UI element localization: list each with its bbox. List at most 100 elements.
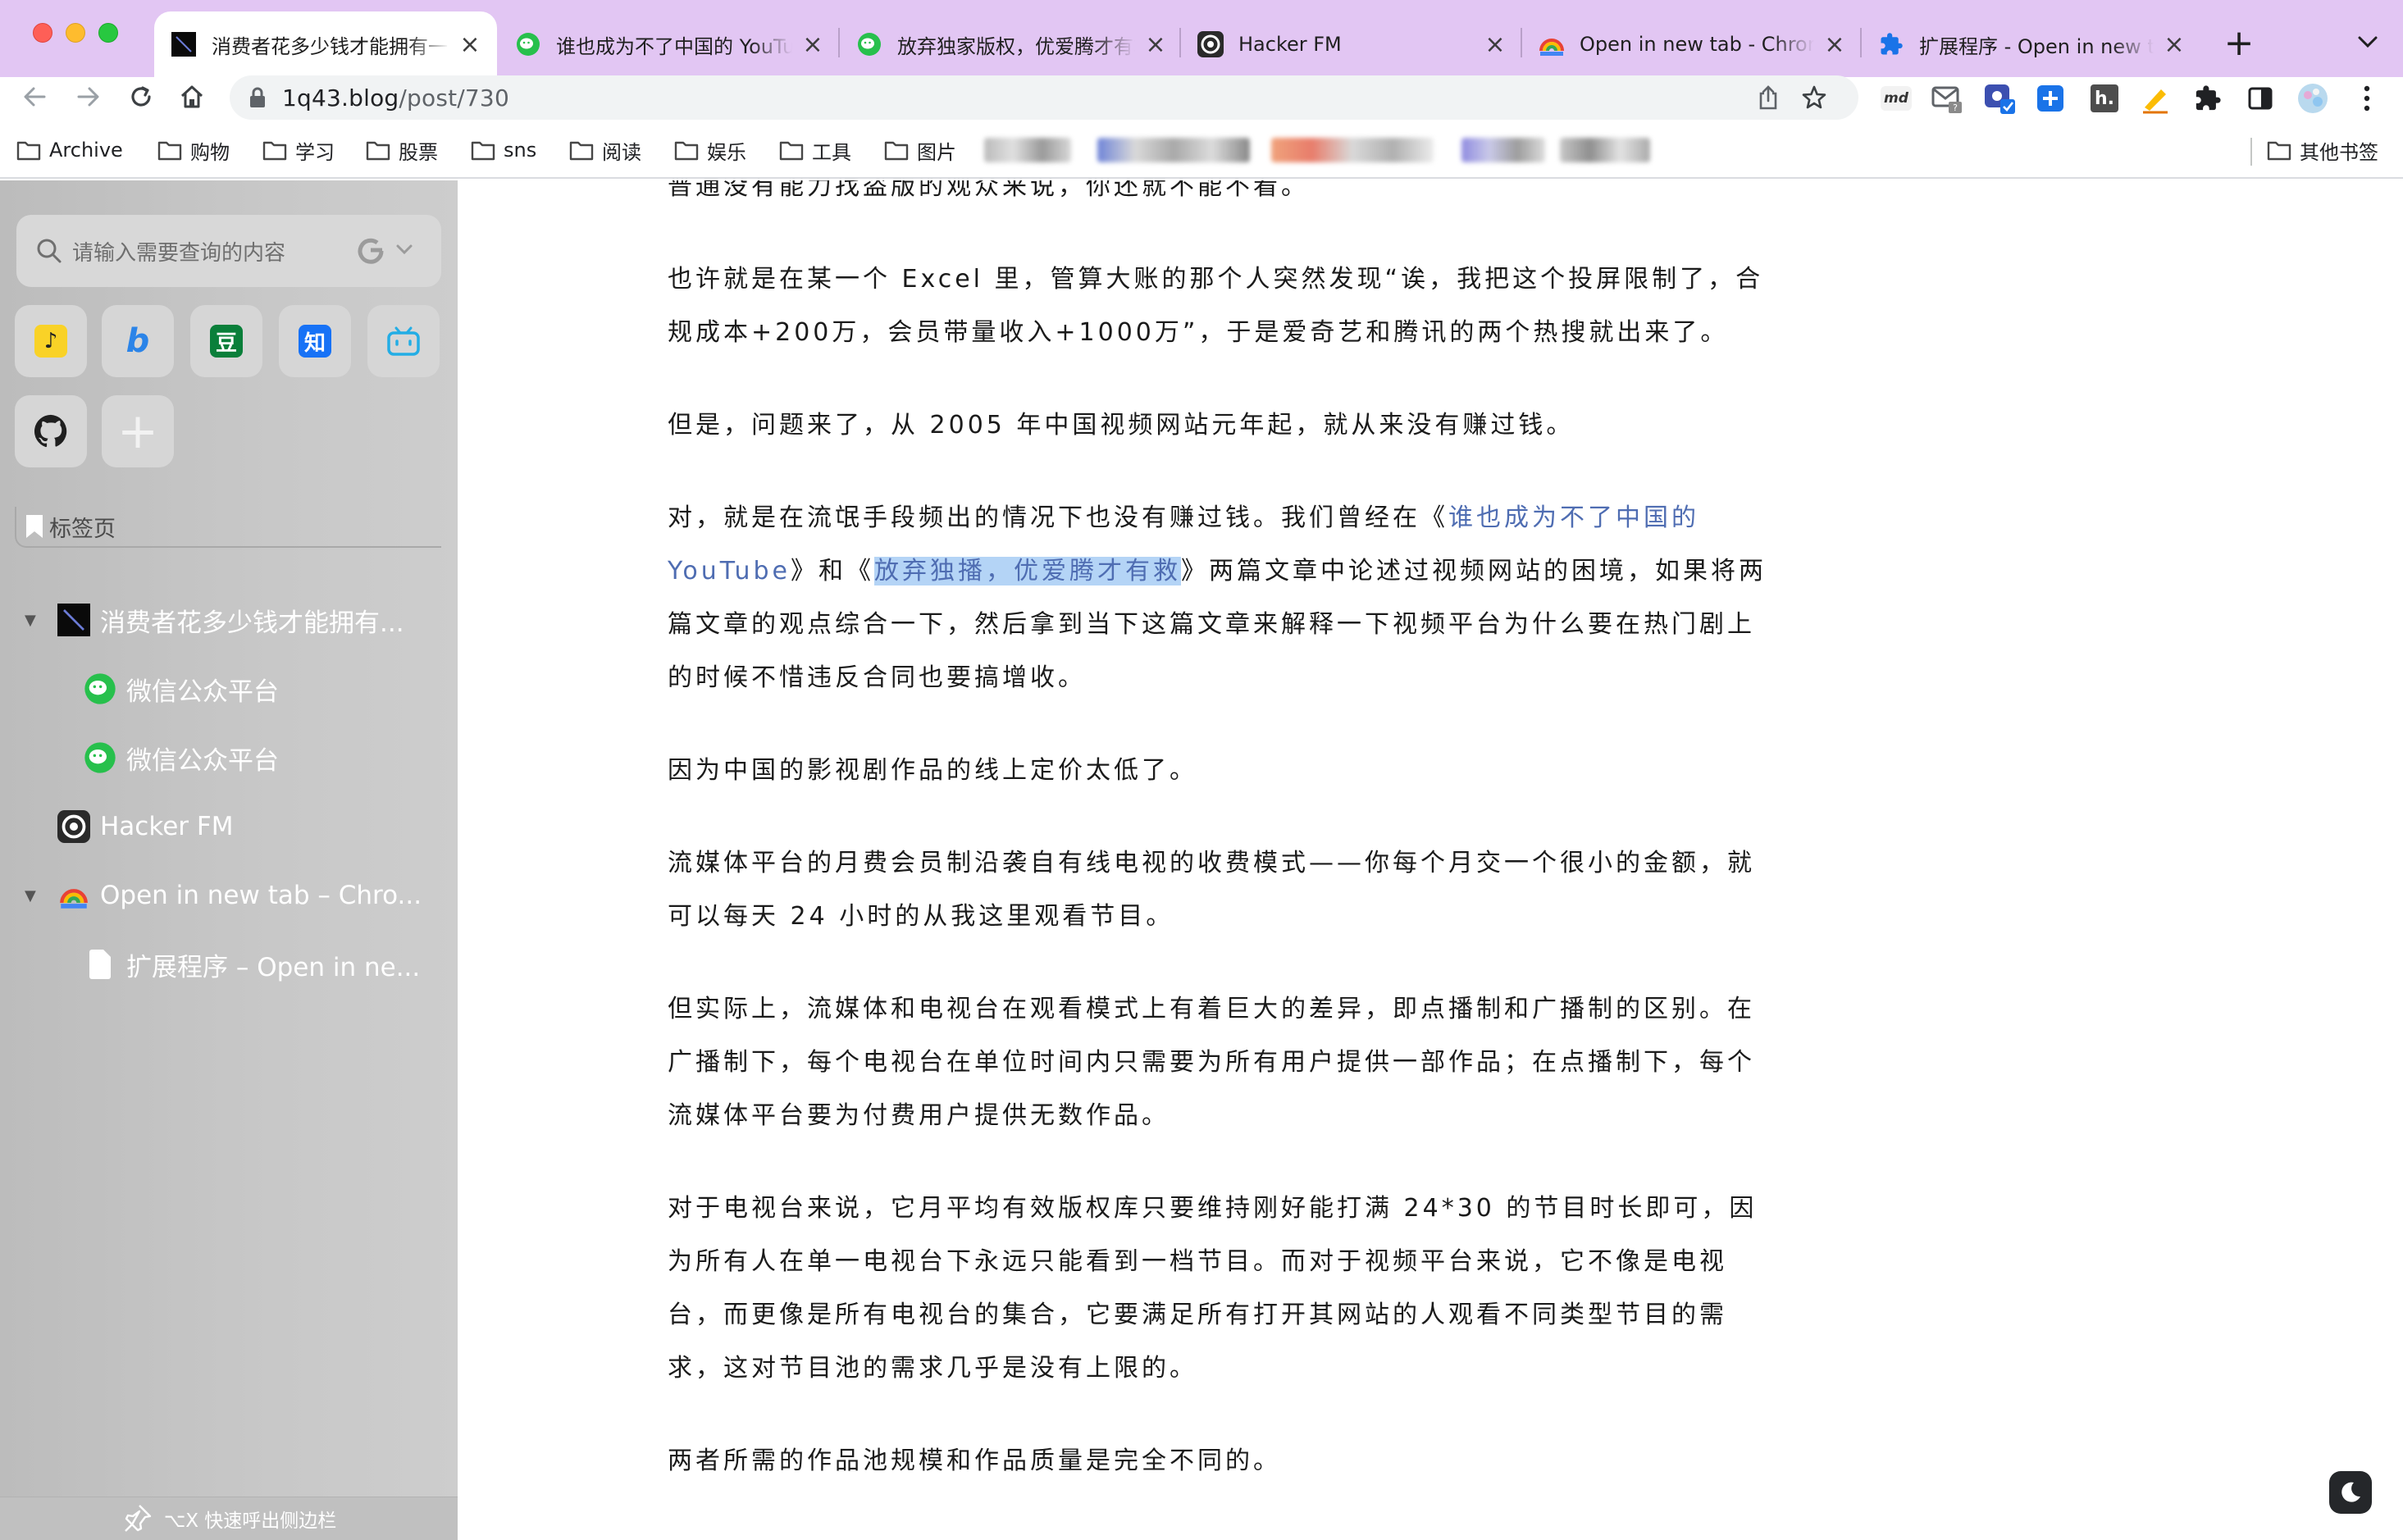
sidebar-tree-item-hacker-fm[interactable]: Hacker FM — [57, 802, 426, 851]
lock-icon[interactable] — [248, 87, 267, 108]
obscured-bookmark[interactable] — [1560, 138, 1650, 162]
tab-extensions[interactable]: 扩展程序 - Open in new tab × — [1862, 11, 2201, 77]
pin-icon[interactable] — [121, 1503, 153, 1534]
article-paragraph: 但是，问题来了，从 2005 年中国视频网站元年起，就从来没有赚过钱。 — [668, 411, 1575, 440]
bookmark-folder-entertainment[interactable]: 娱乐 — [674, 133, 746, 167]
reload-icon[interactable] — [120, 75, 162, 118]
share-icon[interactable] — [1757, 85, 1780, 110]
bookmark-star-icon[interactable] — [1801, 84, 1827, 111]
home-icon[interactable] — [171, 75, 213, 118]
search-engine-google-icon[interactable] — [354, 235, 387, 267]
quicklink-douban[interactable]: 豆 — [190, 305, 262, 377]
tab-consumer-article[interactable]: 消费者花多少钱才能拥有一 × — [154, 11, 497, 77]
dark-mode-toggle-button[interactable] — [2329, 1471, 2372, 1514]
add-quicklink-button[interactable]: + — [102, 395, 174, 467]
black-square-icon — [171, 31, 197, 57]
sidebar-bookmarks-tab[interactable]: 标签页 — [15, 507, 441, 548]
chevron-down-icon[interactable] — [395, 243, 413, 256]
new-tab-button[interactable]: + — [2218, 21, 2260, 64]
quicklink-bilibili[interactable] — [367, 305, 440, 377]
bookmark-folder-reading[interactable]: 阅读 — [569, 133, 641, 167]
paragraph-text: 对，就是在流氓手段频出的情况下也没有赚过钱。我们曾经在《 — [668, 503, 1448, 532]
extensions-puzzle-icon[interactable] — [2190, 80, 2226, 116]
back-arrow-icon[interactable] — [13, 75, 56, 118]
tab-close-icon[interactable]: × — [1143, 30, 1168, 59]
sidebar-tree-item-open-in-new-tab[interactable]: ▼ Open in new tab – Chro... — [25, 871, 435, 920]
quicklink-github[interactable] — [15, 395, 87, 467]
url-host: 1q43.blog — [282, 84, 399, 112]
bookmark-folder-stocks[interactable]: 股票 — [366, 133, 438, 167]
sidebar-tree-item-extensions[interactable]: 扩展程序 – Open in ne... — [84, 940, 428, 989]
bookmark-label: Archive — [49, 139, 123, 162]
folder-icon — [2267, 141, 2291, 161]
bookmark-folder-archive[interactable]: Archive — [16, 133, 123, 167]
markdown-extension-icon[interactable]: md — [1878, 80, 1914, 116]
gmail-checker-icon[interactable]: ? — [1929, 80, 1965, 116]
screen-capture-icon[interactable] — [1981, 80, 2018, 116]
sidebar-tree-item-wechat-2[interactable]: 微信公众平台 — [84, 733, 428, 782]
puzzle-icon — [1878, 31, 1904, 57]
highlighter-icon[interactable] — [2137, 80, 2173, 116]
add-extension-icon[interactable] — [2032, 80, 2068, 116]
article-paragraph: 但实际上，流媒体和电视台在观看模式上有着巨大的差异，即点播制和广播制的区别。在广… — [668, 995, 1755, 1130]
quicklink-yuque[interactable]: ♪ — [15, 305, 87, 377]
sidebar-shortcut-hint: ⌥X 快速呼出侧边栏 — [163, 1510, 337, 1532]
url-text[interactable]: 1q43.blog/post/730 — [282, 84, 509, 112]
tab-search-chevron-icon[interactable] — [2347, 21, 2388, 62]
article-link-exclusive-highlighted[interactable]: 放弃独播，优爱腾才有救 — [874, 557, 1181, 585]
quicklink-bing[interactable]: b — [102, 305, 174, 377]
folder-icon — [366, 141, 390, 161]
bookmark-folder-shopping[interactable]: 购物 — [157, 133, 230, 167]
bookmark-folder-sns[interactable]: sns — [471, 133, 536, 167]
sidebar-footer: ⌥X 快速呼出侧边栏 — [0, 1497, 458, 1540]
bookmark-label: 阅读 — [602, 140, 641, 164]
wechat-icon — [515, 31, 541, 57]
more-menu-icon[interactable] — [2349, 80, 2385, 116]
zhihu-link-icon: 知 — [299, 325, 331, 358]
caret-down-icon[interactable]: ▼ — [25, 887, 44, 904]
bookmark-folder-study[interactable]: 学习 — [262, 133, 335, 167]
obscured-bookmark[interactable] — [1271, 138, 1434, 162]
window-minimize-button[interactable] — [66, 23, 85, 43]
tab-exclusive-copyright[interactable]: 放弃独家版权，优爱腾才有救 × — [840, 11, 1183, 77]
quicklink-zhihu[interactable]: 知 — [279, 305, 351, 377]
bookmarks-bar: Archive 购物 学习 股票 sns 阅读 娱乐 工具 图片 其他书签 — [0, 125, 2403, 179]
tab-close-icon[interactable]: × — [458, 30, 482, 59]
sidebar-panel-icon[interactable] — [2242, 80, 2278, 116]
folder-icon — [884, 141, 909, 161]
folder-icon — [262, 141, 287, 161]
tab-close-icon[interactable]: × — [800, 30, 825, 59]
markdown-extension-label: md — [1881, 86, 1912, 111]
sidebar-tree-item-wechat-1[interactable]: 微信公众平台 — [84, 664, 428, 713]
window-close-button[interactable] — [33, 23, 52, 43]
tab-close-icon[interactable]: × — [2162, 30, 2186, 59]
tab-hacker-fm[interactable]: Hacker FM × — [1181, 11, 1522, 77]
obscured-bookmark[interactable] — [1097, 138, 1250, 162]
profile-avatar-icon[interactable] — [2295, 80, 2331, 116]
tab-close-icon[interactable]: × — [1822, 30, 1847, 59]
other-bookmarks-folder[interactable]: 其他书签 — [2267, 133, 2378, 167]
chrome-rainbow-icon — [1539, 31, 1565, 57]
caret-down-icon[interactable]: ▼ — [25, 612, 44, 629]
tree-item-label: 微信公众平台 — [126, 677, 279, 707]
bookmark-folder-images[interactable]: 图片 — [884, 133, 956, 167]
bookmark-label: 图片 — [917, 140, 956, 164]
tab-open-in-new-tab[interactable]: Open in new tab - Chrome × — [1522, 11, 1862, 77]
tab-close-icon[interactable]: × — [1483, 30, 1507, 59]
forward-arrow-icon[interactable] — [67, 75, 110, 118]
bookmark-folder-tools[interactable]: 工具 — [779, 133, 851, 167]
tree-item-label: 微信公众平台 — [126, 745, 279, 776]
obscured-bookmark[interactable] — [1461, 138, 1545, 162]
bookmark-label: 其他书签 — [2300, 140, 2378, 164]
hypothesis-icon[interactable]: h. — [2086, 80, 2123, 116]
tree-item-label: Open in new tab – Chro... — [100, 881, 422, 910]
article-paragraph: 流媒体平台的月费会员制沿袭自有线电视的收费模式——你每个月交一个很小的金额，就可… — [668, 849, 1755, 931]
sidebar-tree-item-consumer-article[interactable]: ▼ 消费者花多少钱才能拥有... — [25, 595, 435, 645]
bilibili-link-icon — [386, 326, 421, 357]
obscured-bookmark[interactable] — [984, 138, 1071, 162]
window-maximize-button[interactable] — [98, 23, 118, 43]
sidebar-search-input[interactable]: 请输入需要查询的内容 — [16, 215, 441, 287]
tab-youtube-article[interactable]: 谁也成为不了中国的 YouTube × — [499, 11, 840, 77]
address-bar[interactable]: 1q43.blog/post/730 — [230, 75, 1858, 120]
hackerfm-icon — [57, 810, 90, 843]
